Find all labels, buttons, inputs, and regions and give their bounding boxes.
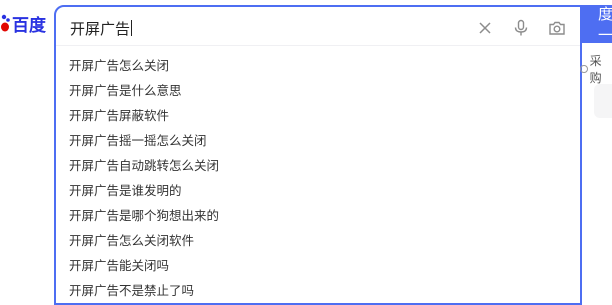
- search-tools: [476, 14, 566, 42]
- suggestion-list: 开屏广告怎么关闭 开屏广告是什么意思 开屏广告屏蔽软件 开屏广告摇一摇怎么关闭 …: [69, 53, 219, 303]
- logo-text: 百度: [12, 15, 46, 36]
- clear-icon[interactable]: [476, 19, 494, 37]
- side-panel: [594, 84, 612, 118]
- suggestion-item[interactable]: 开屏广告摇一摇怎么关闭: [69, 128, 219, 153]
- baidu-logo[interactable]: 百度: [0, 10, 46, 36]
- suggestion-item[interactable]: 开屏广告自动跳转怎么关闭: [69, 153, 219, 178]
- text-caret: [131, 20, 133, 36]
- suggestion-item[interactable]: 开屏广告屏蔽软件: [69, 103, 219, 128]
- suggestion-item[interactable]: 开屏广告是谁发明的: [69, 178, 219, 203]
- side-link-label: 采购: [589, 54, 602, 85]
- suggestion-divider: [56, 45, 580, 46]
- side-link-icon: [580, 65, 588, 73]
- search-button[interactable]: 百度一下: [582, 0, 612, 65]
- suggestion-item[interactable]: 开屏广告怎么关闭软件: [69, 228, 219, 253]
- camera-icon[interactable]: [548, 19, 566, 37]
- microphone-icon[interactable]: [512, 19, 530, 37]
- suggestion-item[interactable]: 开屏广告怎么关闭: [69, 53, 219, 78]
- search-query: 开屏广告: [70, 19, 131, 38]
- suggestion-item[interactable]: 开屏广告不是禁止了吗: [69, 278, 219, 303]
- baidu-paw-icon: [0, 13, 10, 33]
- search-input[interactable]: 开屏广告: [70, 15, 480, 41]
- side-link[interactable]: 采购: [580, 52, 612, 86]
- suggestion-item[interactable]: 开屏广告能关闭吗: [69, 253, 219, 278]
- search-box[interactable]: 开屏广告 开屏广告怎么关闭 开屏广告是什么意思 开屏广告屏蔽软件 开屏广告摇一摇…: [54, 5, 582, 305]
- suggestion-item[interactable]: 开屏广告是什么意思: [69, 78, 219, 103]
- suggestion-item[interactable]: 开屏广告是哪个狗想出来的: [69, 203, 219, 228]
